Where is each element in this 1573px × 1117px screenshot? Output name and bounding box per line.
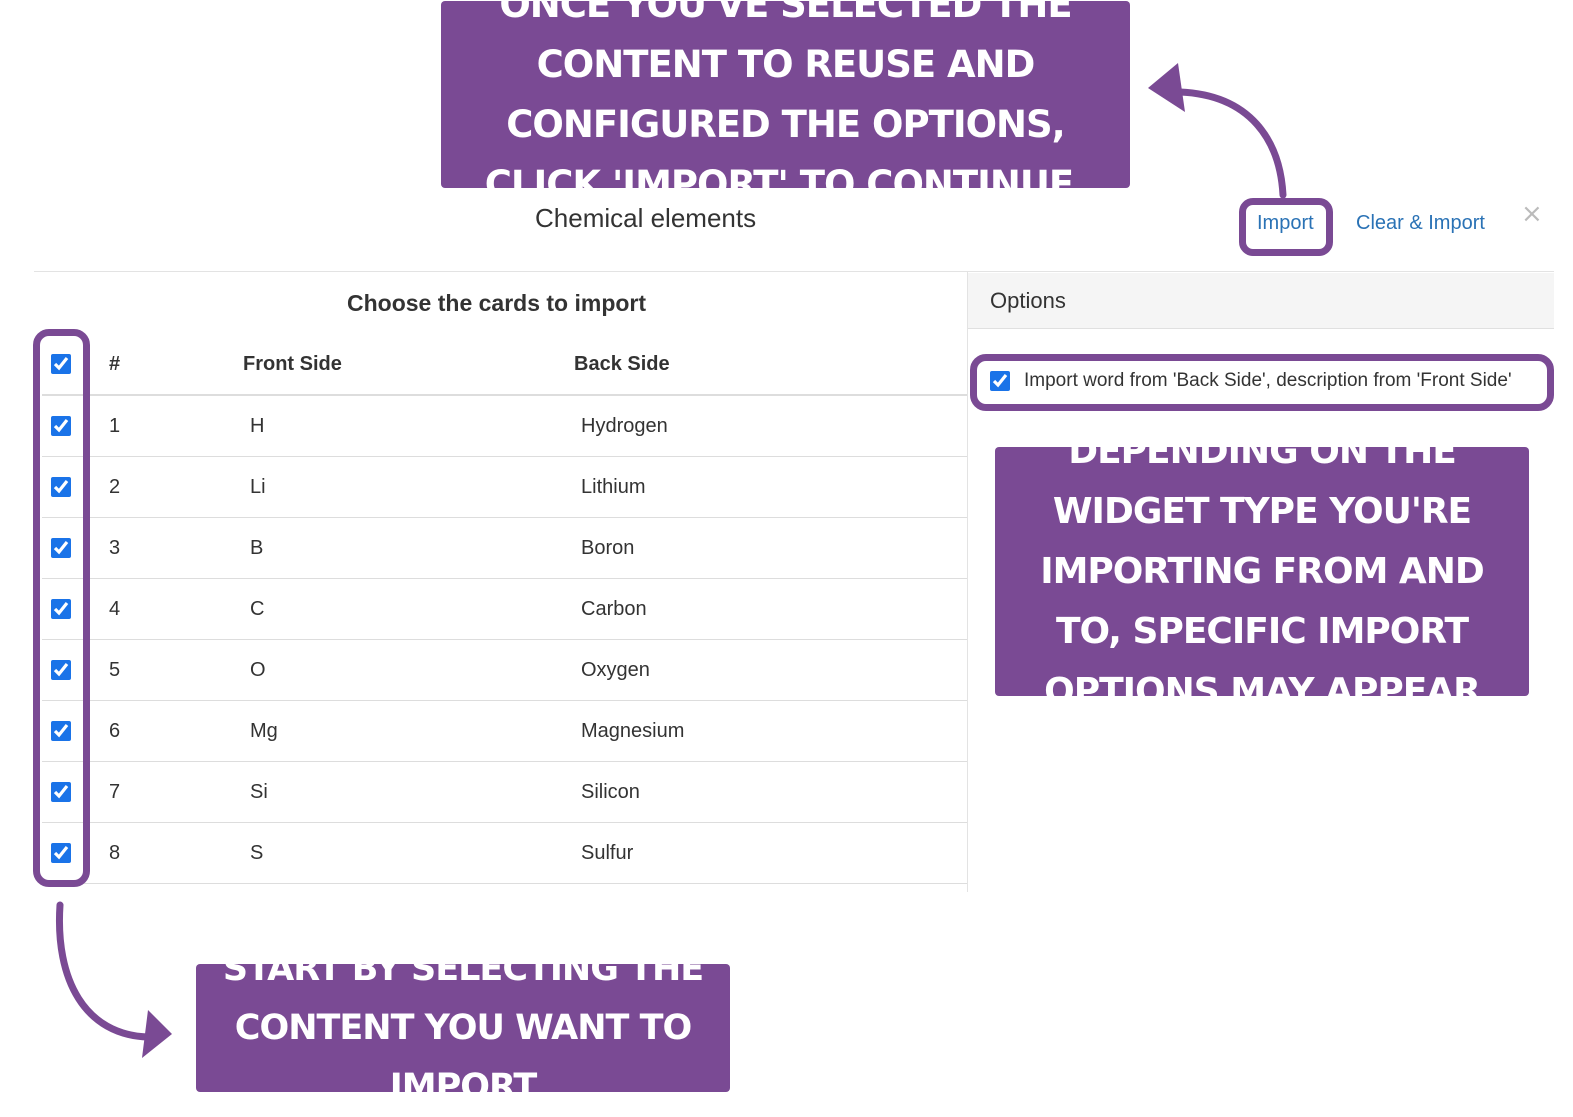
row-front-side: B [250, 536, 264, 559]
row-number: 8 [109, 841, 121, 864]
row-front-side: Si [250, 780, 268, 803]
table-row[interactable]: 7 Si Silicon [42, 762, 968, 823]
option-highlight-frame [970, 354, 1554, 411]
row-back-side: Carbon [581, 597, 647, 620]
callout-import-options: Depending on the widget type you're impo… [995, 431, 1529, 712]
callout-text: Once you've selected the content to reus… [484, 0, 1087, 206]
arrow-to-bottom-callout [55, 901, 152, 1041]
options-title: Options [990, 288, 1066, 313]
row-back-side: Hydrogen [581, 414, 668, 437]
table-row[interactable]: 8 S Sulfur [42, 823, 968, 884]
header-divider [34, 271, 1554, 272]
row-number: 7 [109, 780, 121, 803]
row-front-side: C [250, 597, 265, 620]
row-back-side: Magnesium [581, 719, 685, 742]
table-row[interactable]: 2 Li Lithium [42, 457, 968, 518]
callout-text: Depending on the widget type you're impo… [1040, 430, 1485, 712]
column-header-back-side[interactable]: Back Side [574, 334, 670, 394]
row-back-side: Oxygen [581, 658, 650, 681]
row-back-side: Boron [581, 536, 635, 559]
row-back-side: Silicon [581, 780, 640, 803]
table-header: # Front Side Back Side [42, 334, 968, 396]
checkbox-column-highlight-frame [33, 329, 90, 887]
table-row[interactable]: 4 C Carbon [42, 579, 968, 640]
table-row[interactable]: 5 O Oxygen [42, 640, 968, 701]
clear-and-import-button[interactable]: Clear & Import [1356, 212, 1485, 235]
callout-select-content: Start by selecting the content you want … [196, 949, 730, 1107]
arrow-head-top [1148, 63, 1185, 112]
row-front-side: H [250, 414, 265, 437]
close-icon[interactable]: × [1521, 199, 1543, 229]
cards-pane-title: Choose the cards to import [347, 290, 647, 316]
table-row[interactable]: 3 B Boron [42, 518, 968, 579]
arrow-head-bottom [142, 1010, 172, 1058]
arrow-to-top-callout [1176, 88, 1287, 199]
row-number: 1 [109, 414, 121, 437]
row-front-side: Mg [250, 719, 278, 742]
row-back-side: Lithium [581, 475, 646, 498]
row-front-side: O [250, 658, 266, 681]
table-row[interactable]: 1 H Hydrogen [42, 396, 968, 457]
table-body: 1 H Hydrogen 2 Li Lithium 3 B Boron 4 C Carbon 5 O Oxy… [42, 396, 968, 884]
cards-table: # Front Side Back Side 1 H Hydrogen 2 Li Lith… [42, 334, 968, 884]
pane-divider [967, 272, 968, 892]
options-header: Options [968, 273, 1554, 329]
row-front-side: S [250, 841, 264, 864]
column-header-front-side[interactable]: Front Side [243, 334, 342, 394]
row-number: 2 [109, 475, 121, 498]
import-highlight-frame [1239, 198, 1333, 256]
row-number: 3 [109, 536, 121, 559]
callout-text: Start by selecting the content you want … [222, 948, 704, 1107]
row-number: 4 [109, 597, 121, 620]
row-front-side: Li [250, 475, 266, 498]
row-number: 5 [109, 658, 121, 681]
dialog-title: Chemical elements [535, 203, 757, 233]
table-row[interactable]: 6 Mg Magnesium [42, 701, 968, 762]
row-back-side: Sulfur [581, 841, 634, 864]
callout-import-instructions: Once you've selected the content to reus… [441, 0, 1130, 206]
column-header-number: # [109, 352, 121, 375]
row-number: 6 [109, 719, 121, 742]
